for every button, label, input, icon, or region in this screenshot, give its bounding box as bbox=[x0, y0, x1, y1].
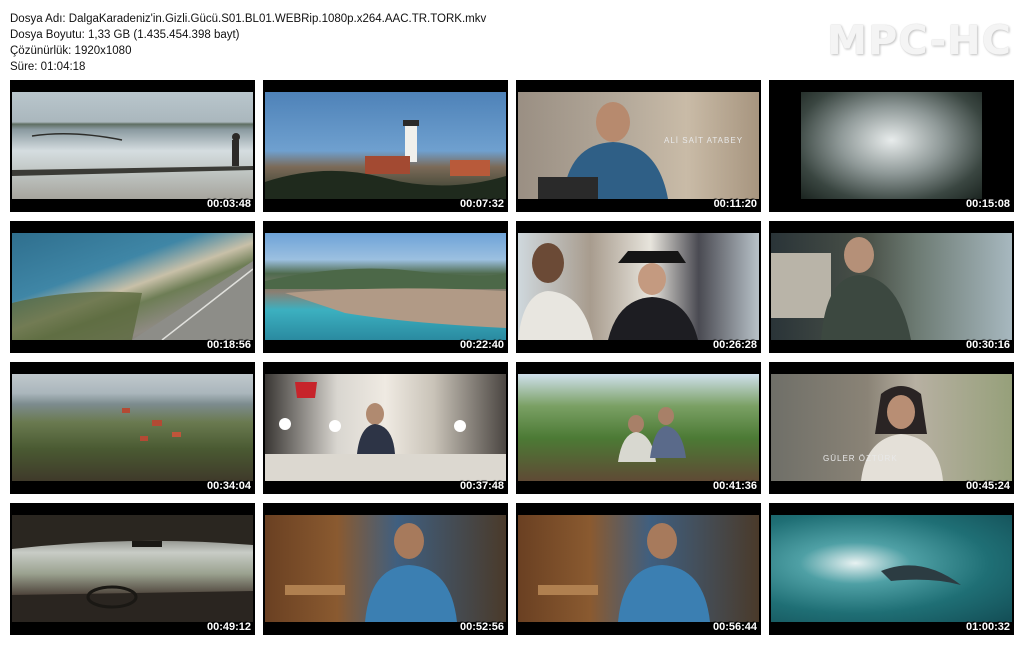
timestamp: 00:18:56 bbox=[206, 339, 251, 351]
thumbnail-1: 00:03:48 bbox=[10, 80, 255, 212]
timestamp: 00:49:12 bbox=[206, 621, 251, 633]
thumbnail-10: 00:37:48 bbox=[263, 362, 508, 494]
thumbnail-9: 00:34:04 bbox=[10, 362, 255, 494]
timestamp: 00:52:56 bbox=[459, 621, 504, 633]
coastal-road-scene bbox=[12, 261, 253, 340]
dolphin-scene bbox=[881, 565, 961, 585]
file-info-panel: Dosya Adı: DalgaKaradeniz'in.Gizli.Gücü.… bbox=[10, 11, 486, 75]
thumbnail-image bbox=[265, 233, 506, 340]
man-talking-scene-2 bbox=[538, 523, 710, 622]
lighthouse-scene bbox=[265, 120, 506, 199]
thumbnail-image bbox=[771, 515, 1012, 622]
timestamp: 00:56:44 bbox=[712, 621, 757, 633]
fisherman-beach-scene bbox=[12, 133, 253, 176]
timestamp: 00:26:28 bbox=[712, 339, 757, 351]
thumbnail-image bbox=[771, 233, 1012, 340]
thumbnail-12: GÜLER ÖZTÜRK 00:45:24 bbox=[769, 362, 1014, 494]
speaker-caption: ALİ SAİT ATABEY bbox=[664, 136, 744, 145]
file-size-line: Dosya Boyutu: 1,33 GB (1.435.454.398 bay… bbox=[10, 29, 240, 41]
thumbnail-8: 00:30:16 bbox=[769, 221, 1014, 353]
mpc-hc-logo: MPC-HC bbox=[827, 18, 1012, 64]
thumbnail-image bbox=[12, 233, 253, 340]
timestamp: 00:15:08 bbox=[965, 198, 1010, 210]
elderly-woman-scene bbox=[861, 386, 943, 481]
thumbnail-image bbox=[265, 92, 506, 199]
thumbnail-16: 01:00:32 bbox=[769, 503, 1014, 635]
thumbnail-5: 00:18:56 bbox=[10, 221, 255, 353]
thumbnail-3: ALİ SAİT ATABEY 00:11:20 bbox=[516, 80, 761, 212]
thumbnail-4: 00:15:08 bbox=[769, 80, 1014, 212]
thumbnail-11: 00:41:36 bbox=[516, 362, 761, 494]
file-name-line: Dosya Adı: DalgaKaradeniz'in.Gizli.Gücü.… bbox=[10, 13, 487, 25]
thumbnail-image bbox=[518, 233, 759, 340]
speaker-caption: GÜLER ÖZTÜRK bbox=[823, 454, 898, 463]
fisherman-boat-scene bbox=[771, 237, 911, 340]
timestamp: 00:11:20 bbox=[713, 198, 757, 210]
hillside-village-scene bbox=[122, 408, 181, 441]
thumbnail-image bbox=[518, 515, 759, 622]
timestamp: 00:45:24 bbox=[965, 480, 1010, 492]
thumbnail-image: ALİ SAİT ATABEY bbox=[518, 92, 759, 199]
thumbnail-2: 00:07:32 bbox=[263, 80, 508, 212]
timestamp: 01:00:32 bbox=[965, 621, 1010, 633]
timestamp: 00:22:40 bbox=[459, 339, 504, 351]
timestamp: 00:30:16 bbox=[965, 339, 1010, 351]
thumbnail-14: 00:52:56 bbox=[263, 503, 508, 635]
timestamp: 00:07:32 bbox=[459, 198, 504, 210]
thumbnail-image bbox=[12, 92, 253, 199]
two-women-interview-scene bbox=[518, 243, 698, 340]
thumbnail-6: 00:22:40 bbox=[263, 221, 508, 353]
thumbnail-image bbox=[801, 92, 982, 199]
thumbnail-7: 00:26:28 bbox=[516, 221, 761, 353]
timestamp: 00:41:36 bbox=[712, 480, 757, 492]
resolution-line: Çözünürlük: 1920x1080 bbox=[10, 45, 132, 57]
car-interior-scene bbox=[12, 515, 253, 622]
thumbnail-image bbox=[265, 374, 506, 481]
timestamp: 00:37:48 bbox=[459, 480, 504, 492]
thumbnail-image: GÜLER ÖZTÜRK bbox=[771, 374, 1012, 481]
thumbnail-15: 00:56:44 bbox=[516, 503, 761, 635]
thumbnail-image bbox=[12, 374, 253, 481]
timestamp: 00:34:04 bbox=[206, 480, 251, 492]
thumbnail-image bbox=[518, 374, 759, 481]
shop-interior-scene bbox=[265, 382, 506, 481]
thumbnail-13: 00:49:12 bbox=[10, 503, 255, 635]
thumbnail-image bbox=[265, 515, 506, 622]
duration-line: Süre: 01:04:18 bbox=[10, 61, 86, 73]
thumbnail-image bbox=[12, 515, 253, 622]
coastal-town-aerial-scene bbox=[265, 268, 506, 328]
man-talking-scene bbox=[285, 523, 457, 622]
tea-garden-scene bbox=[618, 407, 686, 462]
timestamp: 00:03:48 bbox=[206, 198, 251, 210]
interview-man-scene bbox=[538, 102, 668, 199]
